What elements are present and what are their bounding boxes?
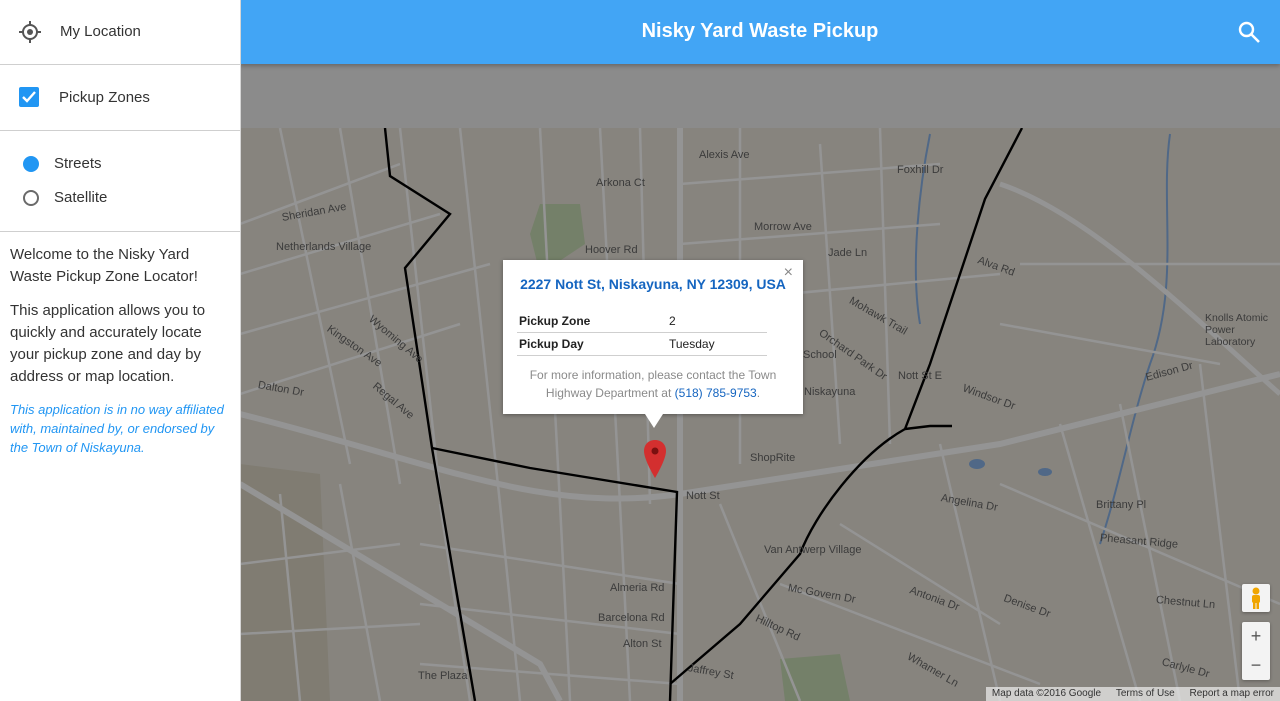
- pickup-zones-toggle[interactable]: Pickup Zones: [0, 65, 240, 131]
- pickup-zones-label: Pickup Zones: [59, 89, 150, 106]
- street-label: Nott St: [686, 490, 720, 502]
- map-attribution: Map data ©2016 Google Terms of Use Repor…: [985, 687, 1280, 701]
- attribution-text: Map data ©2016 Google: [991, 688, 1102, 699]
- phone-link[interactable]: (518) 785-9753: [675, 386, 757, 400]
- description-text: This application allows you to quickly a…: [10, 302, 206, 385]
- streets-radio[interactable]: [23, 156, 39, 172]
- table-row: Pickup Day Tuesday: [517, 332, 767, 356]
- pickup-zones-checkbox[interactable]: [19, 87, 39, 107]
- street-label: Netherlands Village: [276, 241, 372, 253]
- table-key: Pickup Zone: [517, 310, 667, 333]
- street-label: Brittany Pl: [1096, 499, 1147, 511]
- popup-address: 2227 Nott St, Niskayuna, NY 12309, USA: [520, 276, 786, 292]
- street-label: Van Antwerp Village: [764, 544, 862, 556]
- streets-label[interactable]: Streets: [54, 155, 102, 172]
- search-icon[interactable]: [1238, 21, 1260, 43]
- page-title: Nisky Yard Waste Pickup: [641, 20, 879, 42]
- toolbar-shadow: [240, 64, 1280, 128]
- street-label: Nott St E: [898, 370, 943, 382]
- street-label: Hoover Rd: [585, 244, 638, 256]
- info-panel: Welcome to the Nisky Yard Waste Pickup Z…: [0, 232, 240, 457]
- disclaimer-text: This application is in no way affiliated…: [10, 402, 224, 455]
- satellite-radio[interactable]: [23, 190, 39, 206]
- app-bar: Nisky Yard Waste Pickup: [240, 0, 1280, 64]
- street-label: Almeria Rd: [610, 582, 665, 594]
- table-key: Pickup Day: [517, 332, 667, 356]
- satellite-label[interactable]: Satellite: [54, 189, 107, 206]
- popup-note: For more information, please contact the…: [513, 366, 793, 402]
- street-label: Morrow Ave: [754, 221, 812, 233]
- street-label: Niskayuna: [804, 386, 856, 398]
- street-view-icon[interactable]: [1242, 584, 1270, 612]
- street-label: Arkona Ct: [596, 177, 645, 189]
- my-location-label: My Location: [60, 23, 141, 40]
- zoom-in-button[interactable]: +: [1242, 622, 1270, 651]
- street-label: School: [803, 349, 837, 361]
- table-value: 2: [667, 310, 767, 333]
- my-location-button[interactable]: My Location: [0, 0, 240, 65]
- table-value: Tuesday: [667, 332, 767, 356]
- map-marker-icon[interactable]: [644, 440, 666, 478]
- crosshair-icon: [19, 21, 41, 43]
- street-label: The Plaza: [418, 670, 468, 682]
- map[interactable]: Alexis Ave Foxhill Dr Arkona Ct Morrow A…: [240, 64, 1280, 701]
- popup-note-end: .: [756, 386, 761, 400]
- info-window: × 2227 Nott St, Niskayuna, NY 12309, USA…: [503, 260, 803, 428]
- zoom-out-button[interactable]: −: [1242, 651, 1270, 680]
- table-row: Pickup Zone 2: [517, 310, 767, 333]
- street-label: Alexis Ave: [699, 149, 750, 161]
- street-label: Foxhill Dr: [897, 164, 944, 176]
- street-label: Knolls Atomic Power Laboratory: [1205, 312, 1269, 348]
- street-label: ShopRite: [750, 452, 796, 464]
- zoom-control: + −: [1242, 622, 1270, 680]
- welcome-text: Welcome to the Nisky Yard Waste Pickup Z…: [10, 246, 198, 285]
- map-type-selector: Streets Satellite: [0, 131, 240, 232]
- street-label: Alton St: [623, 638, 662, 650]
- street-label: Barcelona Rd: [598, 612, 665, 624]
- sidebar: My Location Pickup Zones Streets Satelli…: [0, 0, 241, 701]
- popup-table: Pickup Zone 2 Pickup Day Tuesday: [517, 310, 767, 356]
- check-icon: [22, 91, 36, 103]
- terms-link[interactable]: Terms of Use: [1116, 688, 1175, 699]
- street-label: Jade Ln: [828, 247, 868, 259]
- report-link[interactable]: Report a map error: [1190, 688, 1274, 699]
